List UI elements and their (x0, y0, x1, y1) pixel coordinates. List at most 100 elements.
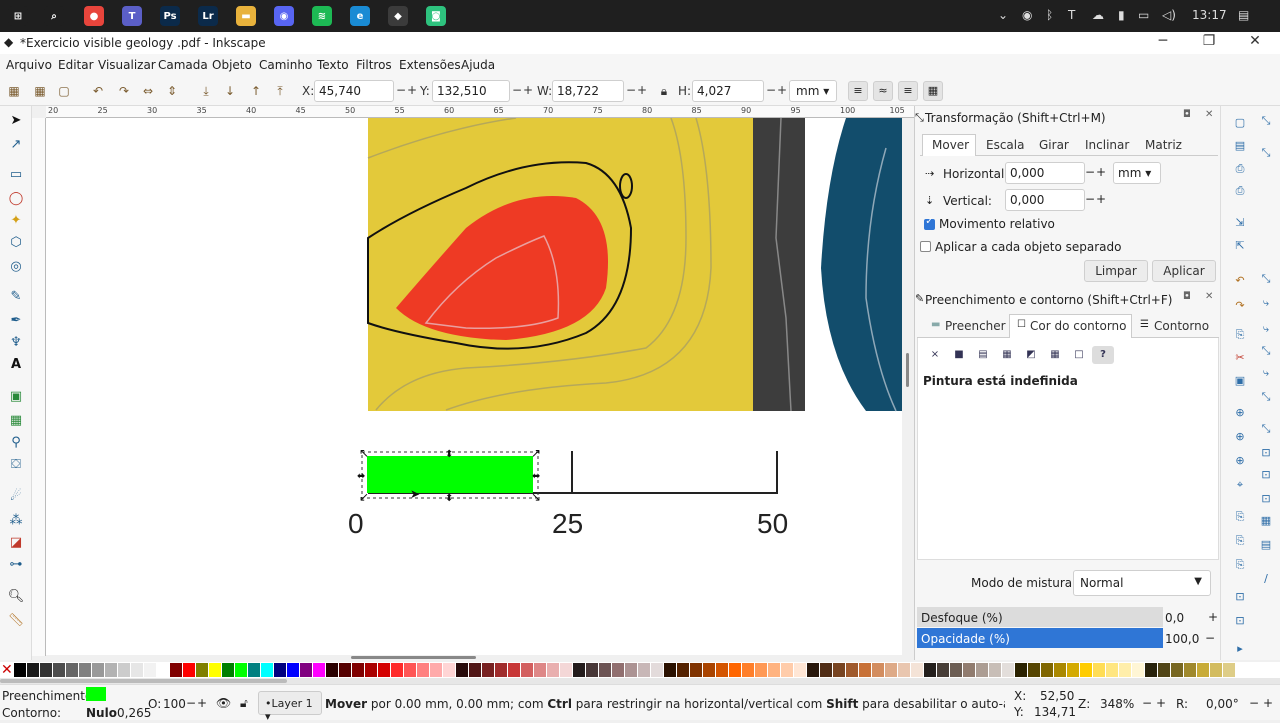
palette-swatch[interactable] (222, 663, 234, 677)
palette-swatch[interactable] (1041, 663, 1053, 677)
file-explorer-icon[interactable]: ▬ (236, 6, 256, 26)
no-color-swatch[interactable]: ✕ (1, 662, 13, 678)
calligraphy-tool-icon[interactable]: ♆ (7, 334, 25, 352)
palette-swatch[interactable] (495, 663, 507, 677)
palette-swatch[interactable] (833, 663, 845, 677)
zoom-minus[interactable]: − (1142, 696, 1152, 710)
teams-tray-icon[interactable]: T (1068, 8, 1075, 22)
select-all-icon[interactable]: ▦ (6, 83, 22, 99)
chrome-icon[interactable]: ● (84, 6, 104, 26)
palette-swatch[interactable] (170, 663, 182, 677)
raise-icon[interactable]: ↑ (248, 83, 264, 99)
palette-swatch[interactable] (339, 663, 351, 677)
palette-swatch[interactable] (716, 663, 728, 677)
discord-icon[interactable]: ◉ (274, 6, 294, 26)
zoom-selection-icon[interactable]: ⊕ (1233, 406, 1247, 420)
photoshop-icon[interactable]: Ps (160, 6, 180, 26)
scale-handle-r[interactable]: ⬌ (532, 471, 540, 482)
pattern-icon[interactable]: ▦ (1046, 346, 1064, 364)
transform-dock-icon[interactable]: ◘ (1183, 109, 1191, 120)
blur-value[interactable]: 0,0 (1165, 611, 1184, 625)
move-gradients-icon[interactable]: ≡ (898, 81, 918, 101)
rotation-plus[interactable]: + (1263, 696, 1273, 710)
palette-swatch[interactable] (586, 663, 598, 677)
spiral-tool-icon[interactable]: ◎ (7, 258, 25, 276)
flip-vertical-icon[interactable]: ⇕ (164, 83, 180, 99)
move-patterns-icon[interactable]: ▦ (923, 81, 943, 101)
rotation-value[interactable]: 0,00° (1206, 697, 1239, 711)
palette-swatch[interactable] (755, 663, 767, 677)
notifications-icon[interactable]: ▤ (1238, 8, 1249, 22)
palette-swatch[interactable] (118, 663, 130, 677)
connector-tool-icon[interactable]: ⊶ (7, 556, 25, 574)
more-commands-icon[interactable]: ▸ (1233, 642, 1247, 656)
zoom-tool-icon[interactable]: 🔍︎ (7, 588, 25, 606)
palette-swatch[interactable] (1210, 663, 1222, 677)
snap-cusp-icon[interactable]: ⤡ (1259, 344, 1273, 358)
ungroup-icon[interactable]: ⊡ (1233, 614, 1247, 628)
palette-swatch[interactable] (1054, 663, 1066, 677)
palette-swatch[interactable] (1015, 663, 1027, 677)
teams-icon[interactable]: T (122, 6, 142, 26)
zoom-plus[interactable]: + (1156, 696, 1166, 710)
palette-swatch[interactable] (79, 663, 91, 677)
palette-swatch[interactable] (1171, 663, 1183, 677)
horizontal-input[interactable]: 0,000 (1005, 162, 1085, 184)
palette-swatch[interactable] (1002, 663, 1014, 677)
stroke-indicator-value[interactable]: Nulo (86, 706, 117, 720)
snap-nodes-icon[interactable]: ⤡ (1259, 272, 1273, 286)
scale-handle-t[interactable]: ⬍ (445, 449, 453, 460)
redo-icon[interactable]: ↷ (1233, 299, 1247, 313)
spray-tool-icon[interactable]: ⁂ (7, 512, 25, 530)
horizontal-scroll-thumb[interactable] (351, 656, 476, 659)
menu-editar[interactable]: Editar (58, 58, 94, 72)
linear-gradient-icon[interactable]: ▤ (974, 346, 992, 364)
palette-swatch[interactable] (261, 663, 273, 677)
palette-swatch[interactable] (469, 663, 481, 677)
palette-swatch[interactable] (482, 663, 494, 677)
measure-tool-icon[interactable]: 📏︎ (7, 612, 25, 630)
undo-icon[interactable]: ↶ (1233, 274, 1247, 288)
tab-girar[interactable]: Girar (1039, 138, 1069, 152)
palette-swatch[interactable] (157, 663, 169, 677)
palette-swatch[interactable] (599, 663, 611, 677)
opacity-value[interactable]: 100,0 (1165, 632, 1199, 646)
zoom-value[interactable]: 348% (1100, 697, 1134, 711)
palette-swatch[interactable] (144, 663, 156, 677)
palette-scroll-thumb[interactable] (0, 679, 287, 683)
pen-tool-icon[interactable]: ✒ (7, 312, 25, 330)
palette-swatch[interactable] (352, 663, 364, 677)
flip-horizontal-icon[interactable]: ⇔ (140, 83, 156, 99)
palette-swatch[interactable] (456, 663, 468, 677)
palette-swatch[interactable] (560, 663, 572, 677)
snap-text-icon[interactable]: ⊡ (1259, 468, 1273, 482)
palette-swatch[interactable] (807, 663, 819, 677)
open-icon[interactable]: ▤ (1233, 139, 1247, 153)
palette-swatch[interactable] (287, 663, 299, 677)
zoom-drawing-icon[interactable]: ⊕ (1233, 430, 1247, 444)
toggle-visibility-icon[interactable]: 👁︎ (216, 696, 231, 710)
stroke-width-value[interactable]: 0,265 (117, 706, 151, 720)
fill-stroke-dock-icon[interactable]: ◘ (1183, 291, 1191, 302)
scale-stroke-icon[interactable]: ≡ (848, 81, 868, 101)
palette-swatch[interactable] (742, 663, 754, 677)
w-input[interactable]: 18,722 (552, 80, 624, 102)
palette-swatch[interactable] (1067, 663, 1079, 677)
text-tool-icon[interactable]: A (7, 356, 25, 374)
palette-swatch[interactable] (651, 663, 663, 677)
palette-swatch[interactable] (976, 663, 988, 677)
star-tool-icon[interactable]: ✦ (7, 212, 25, 230)
palette-swatch[interactable] (989, 663, 1001, 677)
scale-handle-bl[interactable]: ↙ (359, 490, 369, 504)
menu-filtros[interactable]: Filtros (356, 58, 392, 72)
paint-bucket-tool-icon[interactable]: ⛋ (7, 456, 25, 474)
palette-swatch[interactable] (729, 663, 741, 677)
save-icon[interactable]: ⎙ (1233, 162, 1247, 176)
palette-swatch[interactable] (1197, 663, 1209, 677)
vertical-minus-button[interactable]: − (1085, 192, 1095, 206)
palette-swatch[interactable] (391, 663, 403, 677)
palette-swatch[interactable] (248, 663, 260, 677)
palette-swatch[interactable] (326, 663, 338, 677)
lock-layer-icon[interactable]: 🔓︎ (240, 696, 248, 711)
palette-swatch[interactable] (625, 663, 637, 677)
